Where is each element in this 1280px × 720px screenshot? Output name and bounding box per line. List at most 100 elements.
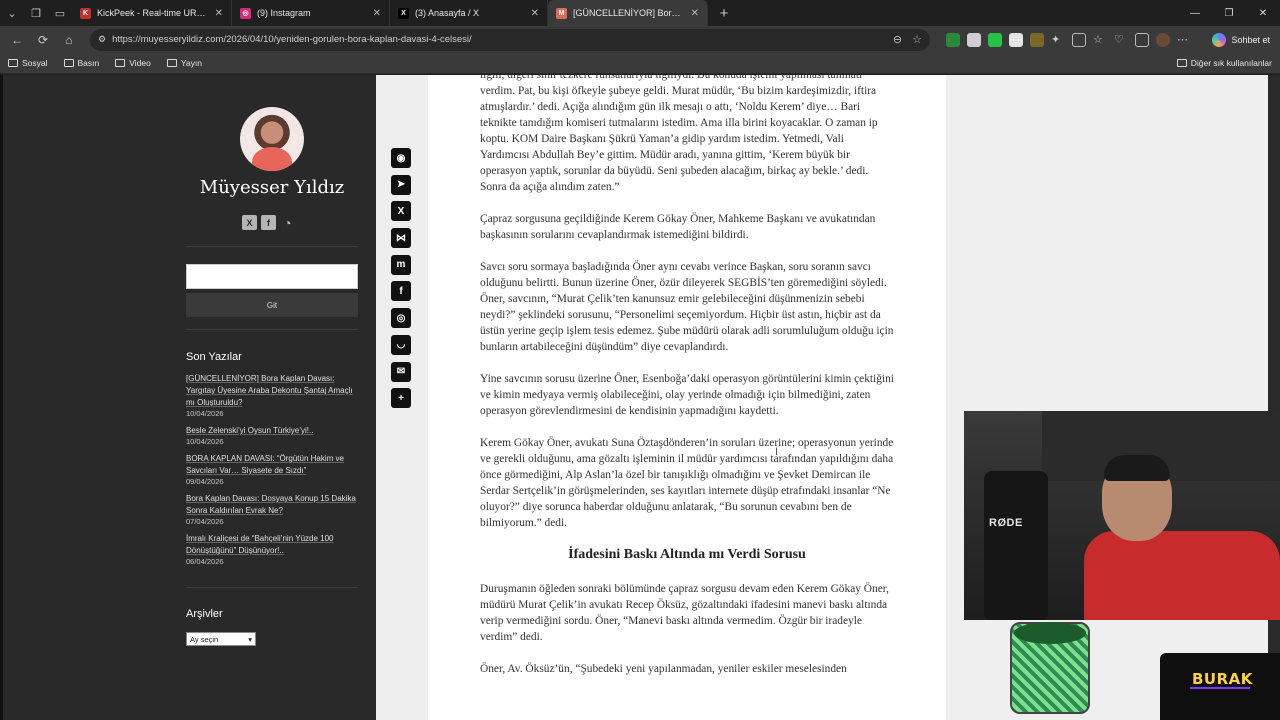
more-menu-icon[interactable]: ⋯ bbox=[1177, 33, 1191, 47]
home-button[interactable]: ⌂ bbox=[58, 29, 80, 51]
other-bookmarks-folder[interactable]: Diğer sık kullanılanlar bbox=[1176, 58, 1272, 68]
streamer-shirt bbox=[1084, 531, 1280, 620]
tab-title: [GÜNCELLENİYOR] Bora Kaplan Da bbox=[573, 8, 685, 18]
reddit-icon[interactable]: ◎ bbox=[391, 308, 411, 329]
extension-icon[interactable] bbox=[946, 32, 960, 47]
window-controls: — ❐ ✕ bbox=[1178, 0, 1280, 26]
bookmark-folder[interactable]: Sosyal bbox=[8, 58, 48, 68]
copilot-chat-button[interactable]: Sohbet et bbox=[1212, 32, 1274, 47]
tab-menu-icon[interactable]: ⌄ bbox=[0, 2, 24, 24]
article-paragraph: Çapraz sorgusuna geçildiğinde Kerem Göka… bbox=[480, 213, 876, 241]
minimize-button[interactable]: — bbox=[1178, 0, 1212, 26]
streamer-hair bbox=[1104, 455, 1170, 481]
new-tab-button[interactable]: + bbox=[712, 2, 736, 24]
tab-title: (3) Anasayfa / X bbox=[415, 8, 480, 18]
bluesky-icon[interactable]: ⋈ bbox=[391, 228, 411, 249]
x-icon[interactable]: X bbox=[391, 201, 411, 222]
recent-post-item: İmralı Kraliçesi de “Bahçeli’nin Yüzde 1… bbox=[186, 533, 358, 567]
share-bar: ◉ ➤ X ⋈ m f ◎ ◡ ✉ + bbox=[391, 148, 413, 415]
tab-actions-icon[interactable]: ▭ bbox=[48, 2, 72, 24]
screenshot-icon[interactable] bbox=[1135, 32, 1149, 47]
address-input[interactable]: ⚙ https://muyesseryildiz.com/2026/04/10/… bbox=[90, 28, 930, 51]
restore-button[interactable]: ❐ bbox=[1212, 0, 1246, 26]
badge-underline bbox=[1190, 687, 1250, 689]
favorites-icon[interactable]: ☆ bbox=[1093, 33, 1107, 47]
close-tab-icon[interactable]: ✕ bbox=[531, 8, 539, 19]
browser-tab[interactable]: K KickPeek - Real-time URL Crawler ✕ bbox=[72, 0, 232, 26]
browser-tab[interactable]: X (3) Anasayfa / X ✕ bbox=[390, 0, 548, 26]
browser-tab-bar: ⌄ ❐ ▭ K KickPeek - Real-time URL Crawler ✕… bbox=[0, 0, 1280, 26]
extension-icon[interactable] bbox=[1009, 32, 1023, 47]
bookmark-folder[interactable]: Yayın bbox=[166, 58, 202, 68]
folder-icon bbox=[166, 59, 177, 67]
site-info-icon[interactable]: ⚙ bbox=[98, 34, 106, 45]
x-icon[interactable]: X bbox=[242, 215, 257, 230]
email-icon[interactable]: ✉ bbox=[391, 361, 411, 382]
archive-select[interactable]: Ay seçin ▾ bbox=[186, 632, 256, 646]
bookmark-folder[interactable]: Video bbox=[115, 58, 151, 68]
workspaces-icon[interactable]: ❐ bbox=[24, 2, 48, 24]
bookmark-folder[interactable]: Basın bbox=[63, 58, 100, 68]
page-edge bbox=[0, 75, 3, 720]
profile-avatar[interactable] bbox=[1156, 32, 1170, 47]
collections-icon[interactable]: ♡ bbox=[1114, 33, 1128, 47]
facebook-icon[interactable]: f bbox=[261, 215, 276, 230]
chevron-down-icon: ▾ bbox=[248, 634, 252, 644]
tab-title: KickPeek - Real-time URL Crawler bbox=[97, 8, 209, 18]
browser-tab[interactable]: M [GÜNCELLENİYOR] Bora Kaplan Da ✕ bbox=[548, 0, 708, 26]
recent-post-link[interactable]: BORA KAPLAN DAVASI: “Örgütün Hakim ve Sa… bbox=[186, 453, 358, 477]
back-button[interactable]: ← bbox=[6, 29, 28, 51]
archives-title: Arşivler bbox=[186, 608, 223, 620]
pocket-icon[interactable]: ◡ bbox=[391, 334, 411, 355]
recent-post-item: Besle Zelenski’yi Oysun Türkiye’yi!.. 10/… bbox=[186, 425, 358, 447]
recent-post-item: [GÜNCELLENİYOR] Bora Kaplan Davası: Yarg… bbox=[186, 373, 358, 419]
folder-icon bbox=[1176, 59, 1187, 67]
favorite-star-icon[interactable]: ☆ bbox=[912, 33, 922, 46]
tab-favicon-icon: ◎ bbox=[240, 7, 251, 19]
divider bbox=[186, 246, 358, 247]
read-mode-icon[interactable]: ⊖ bbox=[893, 33, 902, 46]
recent-post-link[interactable]: Besle Zelenski’yi Oysun Türkiye’yi!.. bbox=[186, 425, 358, 437]
recent-post-date: 06/04/2026 bbox=[186, 557, 224, 566]
bookmark-label: Diğer sık kullanılanlar bbox=[1190, 58, 1272, 68]
extension-icon[interactable] bbox=[1030, 32, 1044, 47]
whatsapp-icon[interactable]: ◉ bbox=[391, 148, 411, 168]
split-screen-icon[interactable] bbox=[1072, 32, 1086, 47]
telegram-icon[interactable]: ➤ bbox=[391, 174, 411, 195]
folder-icon bbox=[115, 59, 126, 67]
author-avatar[interactable] bbox=[240, 107, 304, 171]
recent-posts-title: Son Yazılar bbox=[186, 351, 242, 363]
add-icon[interactable]: + bbox=[391, 388, 411, 409]
bookmark-label: Yayın bbox=[180, 58, 202, 68]
chat-label: Sohbet et bbox=[1231, 34, 1270, 45]
extensions-puzzle-icon[interactable]: ✦ bbox=[1051, 33, 1065, 47]
extension-icon[interactable] bbox=[988, 32, 1002, 47]
reload-button[interactable]: ⟳ bbox=[32, 29, 54, 51]
article-body: ilgili, diğeri sınır tezkere ruhsatlarıy… bbox=[480, 75, 894, 693]
search-button[interactable]: Git bbox=[186, 293, 358, 317]
search-input[interactable] bbox=[186, 264, 358, 289]
extension-icon[interactable] bbox=[967, 32, 981, 47]
recent-post-link[interactable]: [GÜNCELLENİYOR] Bora Kaplan Davası: Yarg… bbox=[186, 373, 358, 409]
page-scrollbar[interactable] bbox=[1268, 75, 1280, 720]
rss-icon[interactable]: ◔ bbox=[280, 215, 295, 231]
mic-brand-label: RØDE bbox=[989, 517, 1023, 529]
divider bbox=[186, 587, 358, 588]
recent-post-date: 10/04/2026 bbox=[186, 409, 224, 418]
site-title[interactable]: Müyesser Yıldız bbox=[186, 177, 358, 198]
recent-post-link[interactable]: İmralı Kraliçesi de “Bahçeli’nin Yüzde 1… bbox=[186, 533, 358, 557]
close-tab-icon[interactable]: ✕ bbox=[373, 8, 381, 19]
mastodon-icon[interactable]: m bbox=[391, 254, 411, 275]
url-text: https://muyesseryildiz.com/2026/04/10/ye… bbox=[112, 34, 472, 45]
tab-favicon-icon: K bbox=[80, 7, 91, 19]
bookmark-label: Sosyal bbox=[22, 58, 48, 68]
bookmark-label: Basın bbox=[77, 58, 100, 68]
browser-tab[interactable]: ◎ (9) Instagram ✕ bbox=[232, 0, 390, 26]
close-tab-icon[interactable]: ✕ bbox=[691, 8, 699, 19]
divider bbox=[186, 329, 358, 330]
close-tab-icon[interactable]: ✕ bbox=[215, 8, 223, 19]
facebook-icon[interactable]: f bbox=[391, 281, 411, 302]
recent-post-link[interactable]: Bora Kaplan Davası: Dosyaya Konup 15 Dak… bbox=[186, 493, 358, 517]
streamer-name-badge: BURAK bbox=[1160, 653, 1280, 720]
close-window-button[interactable]: ✕ bbox=[1246, 0, 1280, 26]
